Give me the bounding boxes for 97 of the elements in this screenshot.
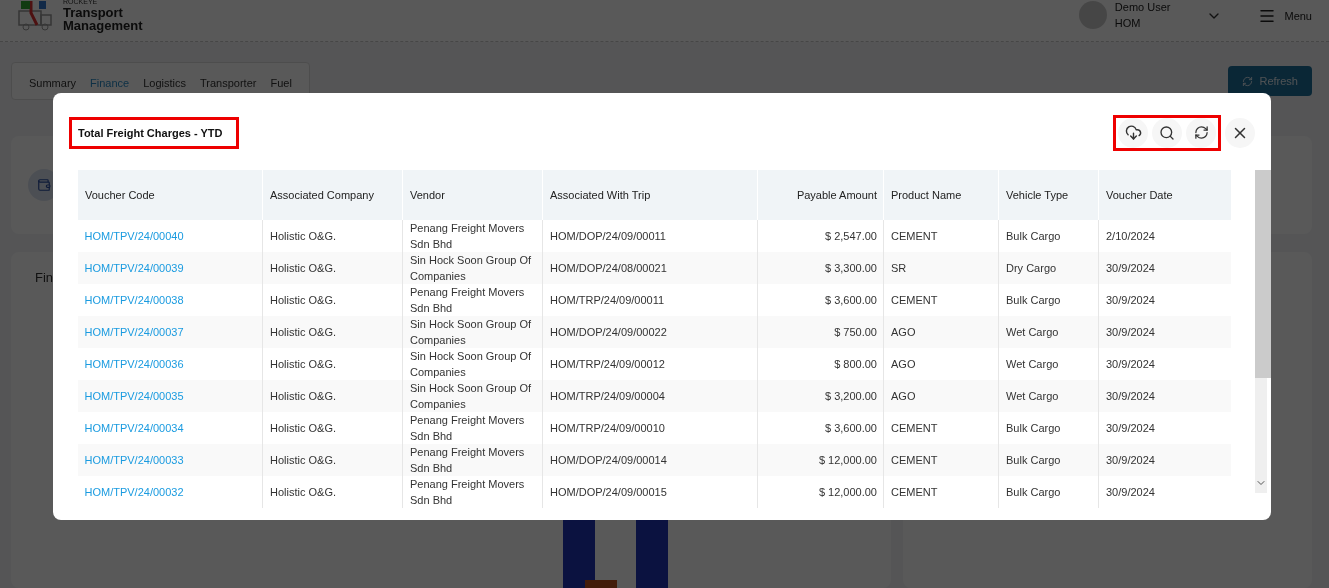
table-cell: CEMENT	[883, 444, 999, 476]
user-name: Demo User	[1114, 0, 1171, 16]
table-cell: Sin Hock Soon Group Of Companies	[402, 348, 543, 380]
truck-logo-icon	[17, 0, 55, 31]
table-cell: HOM/DOP/24/09/00014	[542, 444, 758, 476]
table-cell: HOM/DOP/24/09/00011	[542, 220, 758, 252]
column-header: Product Name	[883, 170, 999, 220]
table-cell: Sin Hock Soon Group Of Companies	[402, 380, 543, 412]
table-cell: HOM/TRP/24/09/00004	[542, 380, 758, 412]
modal-title: Total Freight Charges - YTD	[69, 116, 240, 149]
table-cell: Holistic O&G.	[262, 380, 403, 412]
table-cell: Holistic O&G.	[262, 284, 403, 316]
table-cell: HOM/TRP/24/09/00010	[542, 412, 758, 444]
table-cell: Wet Cargo	[998, 348, 1099, 380]
tab[interactable]: Transporter	[200, 77, 257, 89]
table-cell: Holistic O&G.	[262, 348, 403, 380]
table-cell: Penang Freight Movers Sdn Bhd	[402, 444, 543, 476]
table-cell: HOM/TRP/24/09/00011	[542, 284, 758, 316]
table-cell: Holistic O&G.	[262, 444, 403, 476]
table-cell: $ 750.00	[757, 316, 884, 348]
table-cell: $ 3,600.00	[757, 412, 884, 444]
table-cell: 30/9/2024	[1098, 476, 1231, 508]
table-cell: $ 12,000.00	[757, 476, 884, 508]
table-cell: $ 800.00	[757, 348, 884, 380]
table-cell: Penang Freight Movers Sdn Bhd	[402, 284, 543, 316]
table-cell: CEMENT	[883, 284, 999, 316]
menu-button[interactable]: Menu	[1258, 6, 1312, 25]
brand-name: Transport Management	[63, 5, 144, 33]
table-cell: HOM/DOP/24/09/00022	[542, 316, 758, 348]
column-header: Associated Company	[262, 170, 403, 220]
voucher-link[interactable]: HOM/TPV/24/00037	[77, 316, 263, 348]
table-cell: Sin Hock Soon Group Of Companies	[402, 316, 543, 348]
column-header: Vendor	[402, 170, 543, 220]
close-icon[interactable]	[1225, 117, 1255, 148]
tab[interactable]: Fuel	[270, 77, 292, 89]
table-cell: HOM/TRP/24/09/00012	[542, 348, 758, 380]
table-cell: CEMENT	[883, 476, 999, 508]
table-cell: Dry Cargo	[998, 252, 1099, 284]
table-cell: 30/9/2024	[1098, 380, 1231, 412]
table-cell: 30/9/2024	[1098, 412, 1231, 444]
table-cell: AGO	[883, 380, 999, 412]
table-cell: Bulk Cargo	[998, 284, 1099, 316]
table-cell: CEMENT	[883, 412, 999, 444]
search-icon[interactable]	[1152, 117, 1182, 148]
refresh-icon[interactable]	[1186, 117, 1216, 148]
table-cell: AGO	[883, 316, 999, 348]
table-cell: 30/9/2024	[1098, 284, 1231, 316]
voucher-link[interactable]: HOM/TPV/24/00033	[77, 444, 263, 476]
table-cell: 30/9/2024	[1098, 348, 1231, 380]
table-cell: 30/9/2024	[1098, 316, 1231, 348]
table-cell: Holistic O&G.	[262, 412, 403, 444]
voucher-link[interactable]: HOM/TPV/24/00034	[77, 412, 263, 444]
column-header: Voucher Date	[1098, 170, 1231, 220]
table-cell: Penang Freight Movers Sdn Bhd	[402, 220, 543, 252]
voucher-link[interactable]: HOM/TPV/24/00039	[77, 252, 263, 284]
table-cell: Sin Hock Soon Group Of Companies	[402, 252, 543, 284]
table-cell: Penang Freight Movers Sdn Bhd	[402, 476, 543, 508]
voucher-link[interactable]: HOM/TPV/24/00040	[77, 220, 263, 252]
table-cell: CEMENT	[883, 220, 999, 252]
table-cell: 30/9/2024	[1098, 252, 1231, 284]
table-cell: Holistic O&G.	[262, 316, 403, 348]
table-cell: $ 3,600.00	[757, 284, 884, 316]
voucher-link[interactable]: HOM/TPV/24/00036	[77, 348, 263, 380]
table-cell: Bulk Cargo	[998, 220, 1099, 252]
table-cell: HOM/DOP/24/08/00021	[542, 252, 758, 284]
table-cell: 2/10/2024	[1098, 220, 1231, 252]
column-header: Voucher Code	[77, 170, 263, 220]
tab[interactable]: Finance	[90, 77, 130, 89]
table-cell: Wet Cargo	[998, 316, 1099, 348]
table-cell: $ 3,300.00	[757, 252, 884, 284]
table-cell: Holistic O&G.	[262, 220, 403, 252]
table-cell: Bulk Cargo	[998, 412, 1099, 444]
voucher-link[interactable]: HOM/TPV/24/00038	[77, 284, 263, 316]
table-cell: Penang Freight Movers Sdn Bhd	[402, 412, 543, 444]
cloud-download-icon[interactable]	[1118, 117, 1148, 148]
column-header: Payable Amount	[757, 170, 884, 220]
voucher-link[interactable]: HOM/TPV/24/00035	[77, 380, 263, 412]
table-cell: Wet Cargo	[998, 380, 1099, 412]
card-title: Fin	[35, 270, 54, 285]
tab[interactable]: Summary	[29, 77, 77, 89]
table-cell: $ 2,547.00	[757, 220, 884, 252]
table-cell: $ 3,200.00	[757, 380, 884, 412]
table-cell: AGO	[883, 348, 999, 380]
user-org: HOM	[1114, 15, 1142, 31]
table-cell: SR	[883, 252, 999, 284]
table-cell: Bulk Cargo	[998, 476, 1099, 508]
table-cell: Holistic O&G.	[262, 252, 403, 284]
column-header: Associated With Trip	[542, 170, 758, 220]
table-cell: HOM/DOP/24/09/00015	[542, 476, 758, 508]
column-header: Vehicle Type	[998, 170, 1099, 220]
table-cell: 30/9/2024	[1098, 444, 1231, 476]
refresh-button[interactable]: Refresh	[1228, 66, 1312, 96]
tab[interactable]: Logistics	[143, 77, 186, 89]
voucher-link[interactable]: HOM/TPV/24/00032	[77, 476, 263, 508]
table-cell: $ 12,000.00	[757, 444, 884, 476]
table-cell: Holistic O&G.	[262, 476, 403, 508]
table-cell: Bulk Cargo	[998, 444, 1099, 476]
